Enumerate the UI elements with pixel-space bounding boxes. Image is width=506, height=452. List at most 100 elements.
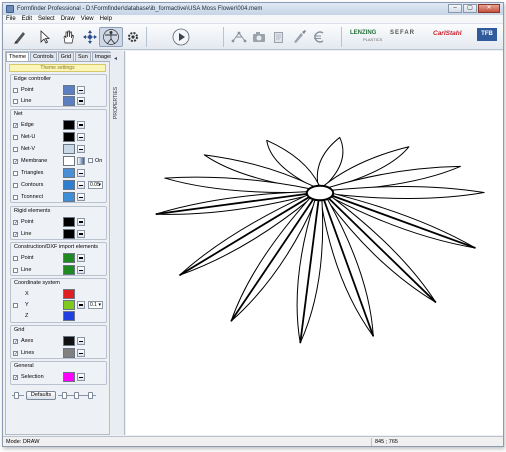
tab-sun[interactable]: Sun xyxy=(75,52,91,61)
color-swatch[interactable] xyxy=(63,253,75,263)
camera-icon[interactable] xyxy=(249,27,269,47)
contour-interval-select[interactable]: 0.05 xyxy=(88,181,103,189)
row-label: Edge xyxy=(21,122,34,128)
color-swatch[interactable] xyxy=(63,217,75,227)
tab-theme[interactable]: Theme xyxy=(6,52,30,61)
network-icon[interactable] xyxy=(229,27,249,47)
drawing-canvas[interactable] xyxy=(126,51,503,435)
minimize-button[interactable]: – xyxy=(448,4,462,13)
slider-handle[interactable] xyxy=(62,392,67,399)
color-swatch[interactable] xyxy=(63,96,75,106)
construction-point-checkbox[interactable] xyxy=(13,255,18,261)
axis-size-select[interactable]: 0.1 xyxy=(88,301,103,309)
line-style-button[interactable] xyxy=(77,218,85,226)
color-swatch[interactable] xyxy=(63,229,75,239)
select-pointer-icon[interactable] xyxy=(33,27,55,47)
slider-handle[interactable] xyxy=(88,392,93,399)
menu-file[interactable]: File xyxy=(3,16,19,22)
lenzing-logo-sub: PLASTICS xyxy=(363,37,383,42)
line-style-button[interactable] xyxy=(77,193,85,201)
line-style-button[interactable] xyxy=(77,121,85,129)
sefar-logo: SEFAR xyxy=(390,30,416,36)
color-swatch[interactable] xyxy=(63,168,75,178)
menu-draw[interactable]: Draw xyxy=(58,16,78,22)
slider-handle[interactable] xyxy=(14,392,19,399)
vitruvian-man-icon[interactable] xyxy=(99,27,123,47)
line-style-button[interactable] xyxy=(77,301,85,309)
line-style-button[interactable] xyxy=(77,254,85,262)
contours-checkbox[interactable] xyxy=(13,182,18,188)
membrane-on-label: On xyxy=(95,158,103,164)
pen-tool-icon[interactable] xyxy=(9,27,31,47)
coordinate-checkbox[interactable] xyxy=(13,302,18,308)
group-general: General ✓ Selection xyxy=(10,361,107,385)
color-swatch[interactable] xyxy=(63,336,75,346)
net-edge-checkbox[interactable]: ✓ xyxy=(13,122,18,128)
grid-lines-checkbox[interactable]: ✓ xyxy=(13,350,18,356)
tab-grid[interactable]: Grid xyxy=(57,52,74,61)
play-icon[interactable] xyxy=(171,27,191,47)
color-swatch[interactable] xyxy=(63,132,75,142)
membrane-checkbox[interactable]: ✓ xyxy=(13,158,18,164)
menu-help[interactable]: Help xyxy=(97,16,115,22)
euro-icon[interactable] xyxy=(309,27,329,47)
texture-button[interactable] xyxy=(77,157,85,165)
maximize-button[interactable]: ▢ xyxy=(463,4,477,13)
row-edge-line: Line xyxy=(13,96,106,106)
close-button[interactable]: ✕ xyxy=(478,4,500,13)
line-style-button[interactable] xyxy=(77,133,85,141)
panel-tabs: Theme Controls Grid Sun Images xyxy=(6,52,116,62)
color-swatch[interactable] xyxy=(63,300,75,310)
color-swatch[interactable] xyxy=(63,311,75,321)
gear-icon[interactable] xyxy=(123,27,143,47)
line-style-button[interactable] xyxy=(77,97,85,105)
menu-select[interactable]: Select xyxy=(35,16,58,22)
defaults-button[interactable]: Defaults xyxy=(26,391,56,400)
line-style-button[interactable] xyxy=(77,349,85,357)
line-style-button[interactable] xyxy=(77,86,85,94)
rigid-point-checkbox[interactable]: ✓ xyxy=(13,219,18,225)
tconnect-checkbox[interactable] xyxy=(13,194,18,200)
membrane-on-checkbox[interactable] xyxy=(88,158,93,163)
color-swatch[interactable] xyxy=(63,348,75,358)
triangles-checkbox[interactable] xyxy=(13,170,18,176)
color-swatch[interactable] xyxy=(63,372,75,382)
color-swatch[interactable] xyxy=(63,192,75,202)
tab-controls[interactable]: Controls xyxy=(30,52,57,61)
menu-view[interactable]: View xyxy=(78,16,97,22)
slider-handle[interactable] xyxy=(74,392,79,399)
line-style-button[interactable] xyxy=(77,181,85,189)
move-node-icon[interactable] xyxy=(79,27,101,47)
hand-tool-icon[interactable] xyxy=(57,27,79,47)
grid-axes-checkbox[interactable]: ✓ xyxy=(13,338,18,344)
line-style-button[interactable] xyxy=(77,169,85,177)
net-u-checkbox[interactable] xyxy=(13,134,18,140)
color-swatch[interactable] xyxy=(63,289,75,299)
line-style-button[interactable] xyxy=(77,230,85,238)
construction-line-checkbox[interactable] xyxy=(13,267,18,273)
edge-line-checkbox[interactable] xyxy=(13,98,18,104)
color-swatch[interactable] xyxy=(63,265,75,275)
selection-checkbox[interactable]: ✓ xyxy=(13,374,18,380)
group-coordinate-system: Coordinate system X Y 0.1 Z xyxy=(10,278,107,323)
line-style-button[interactable] xyxy=(77,337,85,345)
rigid-line-checkbox[interactable]: ✓ xyxy=(13,231,18,237)
color-swatch[interactable] xyxy=(63,156,75,166)
line-style-button[interactable] xyxy=(77,145,85,153)
color-swatch[interactable] xyxy=(63,144,75,154)
row-net-edge: ✓ Edge xyxy=(13,120,106,130)
clean-icon[interactable] xyxy=(289,27,309,47)
book-icon[interactable] xyxy=(269,27,289,47)
color-swatch[interactable] xyxy=(63,180,75,190)
window-title: Formfinder Professional - D:\Formfinder\… xyxy=(17,6,263,12)
edge-point-checkbox[interactable] xyxy=(13,87,18,93)
menu-edit[interactable]: Edit xyxy=(19,16,35,22)
axis-label-x: X xyxy=(25,291,29,297)
properties-strip[interactable]: ◂ PROPERTIES xyxy=(111,51,125,435)
color-swatch[interactable] xyxy=(63,120,75,130)
net-v-checkbox[interactable] xyxy=(13,146,18,152)
chevron-left-icon[interactable]: ◂ xyxy=(114,55,117,62)
line-style-button[interactable] xyxy=(77,373,85,381)
line-style-button[interactable] xyxy=(77,266,85,274)
color-swatch[interactable] xyxy=(63,85,75,95)
